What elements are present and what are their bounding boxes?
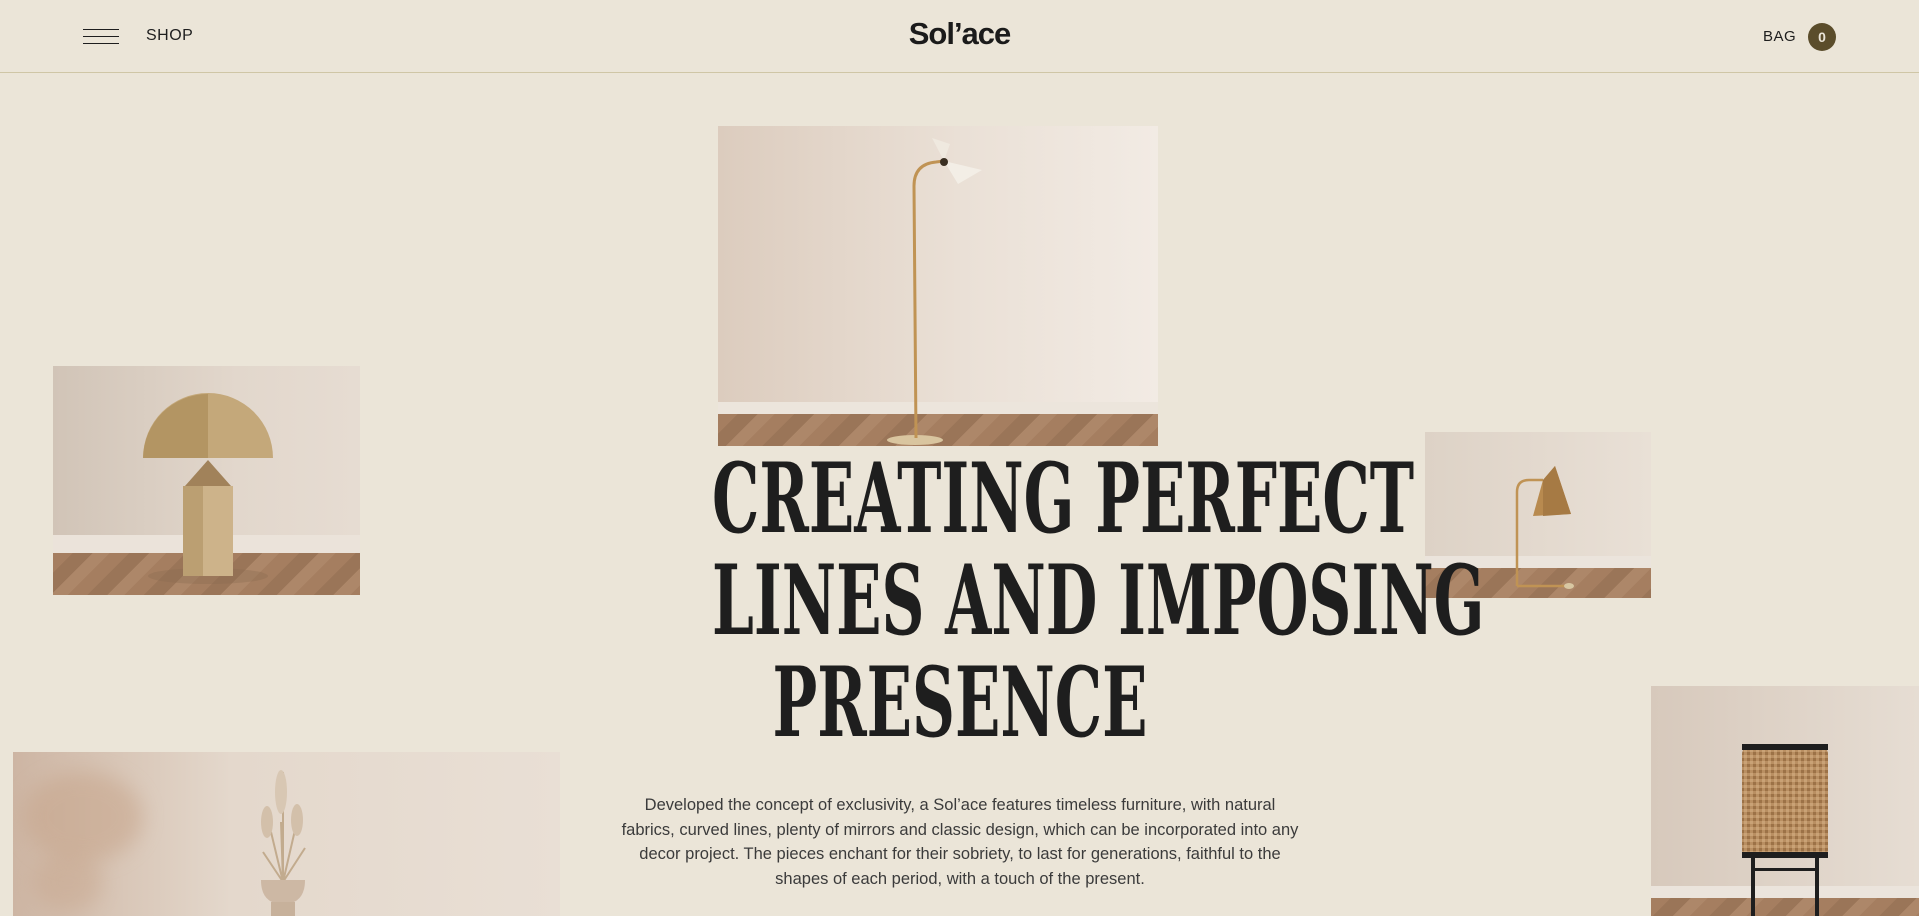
headline-line: PRESENCE	[772, 646, 1148, 759]
bag-count-badge[interactable]: 0	[1808, 23, 1836, 51]
mushroom-lamp-photo[interactable]	[53, 366, 360, 595]
pampas-vase-photo[interactable]	[13, 752, 560, 916]
headline-line: CREATING PERFECT	[712, 442, 1415, 555]
headline-line: LINES AND IMPOSING	[712, 544, 1485, 657]
hero-description: Developed the concept of exclusivity, a …	[621, 796, 1299, 888]
rattan-lamp-photo[interactable]	[1651, 686, 1919, 916]
site-header: SHOP Sol’ace BAG 0	[0, 0, 1919, 73]
pampas-vase-illustration	[261, 770, 306, 916]
hero-headline: CREATING PERFECT LINES AND IMPOSING PRES…	[560, 442, 1485, 759]
bag-link[interactable]: BAG	[1763, 28, 1796, 45]
page: SHOP Sol’ace BAG 0 CREATING PERFECT LINE…	[0, 0, 1919, 916]
mushroom-lamp-illustration	[143, 393, 273, 584]
floor-lamp-illustration	[887, 138, 982, 445]
floor-lamp-photo[interactable]	[718, 126, 1158, 446]
site-logo[interactable]: Sol’ace	[0, 16, 1919, 52]
rattan-lamp-illustration	[1742, 744, 1828, 916]
